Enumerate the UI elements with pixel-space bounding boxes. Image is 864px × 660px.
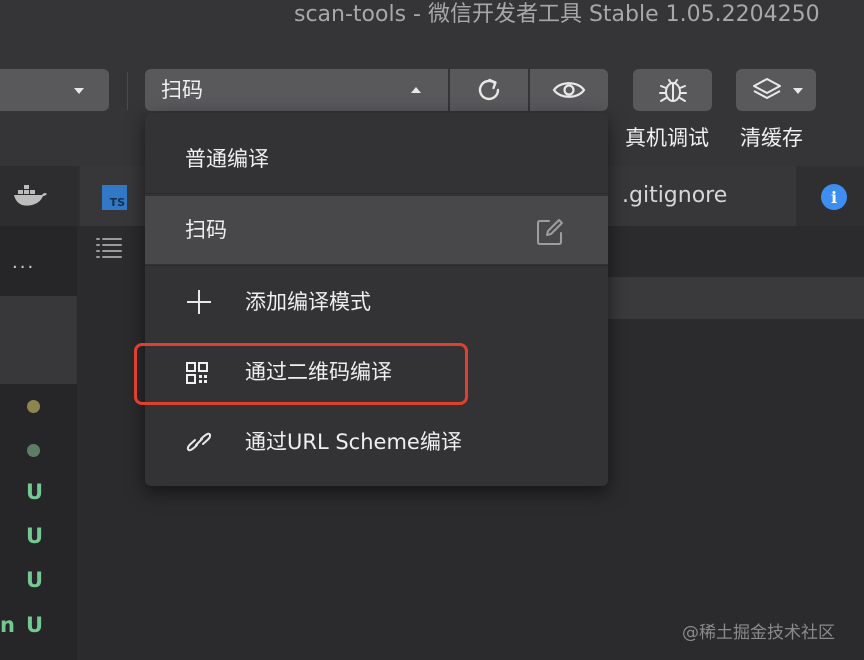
highlight-annotation	[134, 343, 468, 405]
sidebar-selected-row	[0, 296, 77, 384]
menu-item-label: 通过URL Scheme编译	[245, 430, 462, 454]
edit-icon[interactable]	[536, 218, 564, 246]
more-icon[interactable]: ···	[12, 257, 35, 278]
chevron-up-icon	[411, 87, 421, 93]
menu-item-label: 扫码	[185, 218, 227, 242]
compile-mode-value: 扫码	[161, 78, 203, 102]
menu-divider	[145, 265, 608, 266]
file-status-untracked: U	[26, 613, 44, 637]
file-status-untracked: U	[26, 480, 44, 504]
layers-icon	[753, 78, 781, 99]
clear-cache-label: 清缓存	[740, 126, 803, 150]
menu-divider	[145, 193, 608, 194]
link-icon	[186, 432, 212, 452]
clear-cache-button[interactable]	[736, 69, 816, 111]
menu-item-label: 普通编译	[185, 147, 269, 171]
modified-dot	[27, 400, 40, 413]
menu-item-label: 添加编译模式	[245, 290, 371, 314]
title-bar: scan-tools - 微信开发者工具 Stable 1.05.2204250	[0, 0, 864, 30]
chevron-down-icon	[74, 88, 84, 94]
project-select[interactable]	[0, 69, 109, 111]
file-name-fragment: n	[0, 613, 15, 637]
window-title: scan-tools - 微信开发者工具 Stable 1.05.2204250	[294, 2, 820, 27]
file-status-untracked: U	[26, 524, 44, 548]
menu-item-add-compile-mode[interactable]: 添加编译模式	[145, 268, 608, 336]
file-status-untracked: U	[26, 568, 44, 592]
tab-gitignore[interactable]: .gitignore	[608, 166, 796, 226]
compile-mode-select[interactable]: 扫码	[145, 69, 448, 111]
editor-line-highlight	[608, 277, 864, 319]
preview-button[interactable]	[530, 69, 608, 111]
toolbar-divider	[127, 72, 128, 110]
menu-item-url-scheme-compile[interactable]: 通过URL Scheme编译	[145, 408, 608, 476]
tab-label: .gitignore	[622, 183, 728, 208]
menu-item-normal-compile[interactable]: 普通编译	[145, 125, 608, 193]
remote-debug-label: 真机调试	[625, 126, 709, 150]
docker-icon[interactable]	[12, 182, 48, 208]
chevron-down-icon	[793, 88, 803, 94]
compile-mode-dropdown: 普通编译 扫码 添加编译模式 通过二维码编译 通过URL Scheme编译	[145, 113, 608, 486]
plus-icon	[187, 290, 211, 314]
eye-icon	[552, 82, 586, 98]
menu-item-scan[interactable]: 扫码	[145, 196, 608, 264]
compile-button[interactable]	[450, 69, 528, 111]
remote-debug-button[interactable]	[633, 69, 712, 111]
info-icon[interactable]: i	[821, 184, 847, 210]
bug-icon	[658, 79, 687, 102]
added-dot	[27, 444, 40, 457]
outline-list-icon[interactable]	[95, 236, 123, 258]
watermark: @稀土掘金技术社区	[682, 623, 835, 643]
typescript-icon: TS	[102, 185, 127, 210]
refresh-icon	[478, 78, 500, 101]
